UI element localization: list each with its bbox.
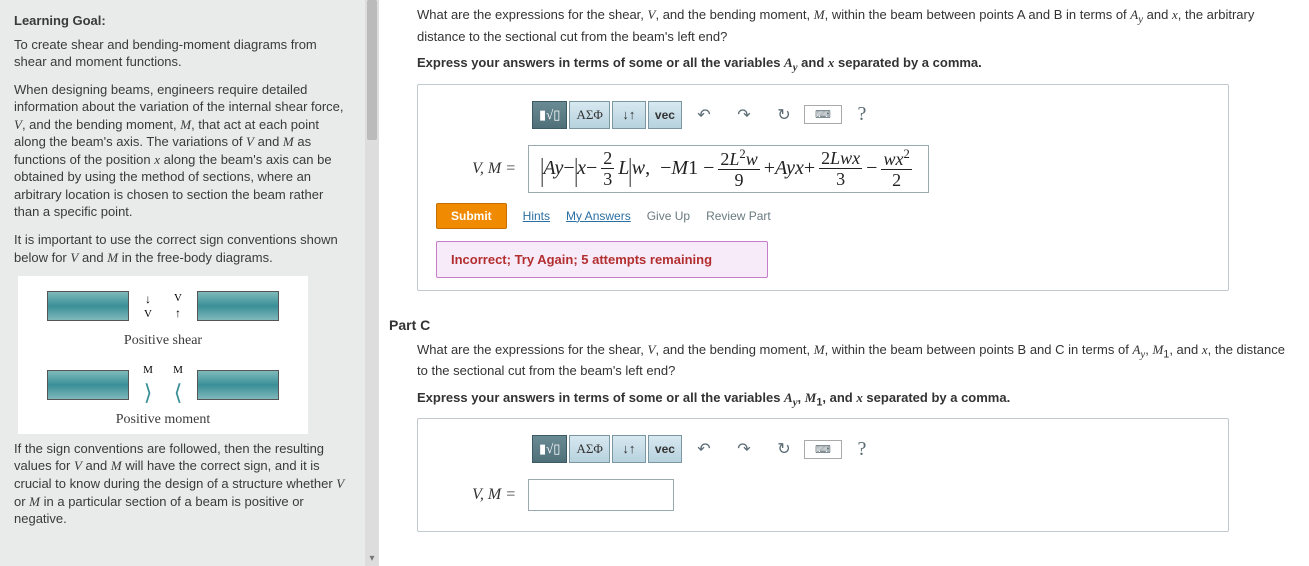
positive-moment-label: Positive moment: [24, 411, 302, 430]
left-sidebar: Learning Goal: To create shear and bendi…: [0, 0, 365, 566]
help-button[interactable]: ?: [842, 101, 882, 129]
templates-button[interactable]: ▮√▯: [532, 101, 567, 129]
beam-right: [197, 291, 279, 321]
submit-row: Submit Hints My Answers Give Up Review P…: [436, 203, 1210, 229]
moment-arc-left: M⟨: [167, 363, 189, 408]
feedback-message: Incorrect; Try Again; 5 attempts remaini…: [436, 241, 768, 278]
part-b-instruction: Express your answers in terms of some or…: [417, 54, 1291, 76]
vm-label-c: V, M =: [436, 486, 516, 504]
sign-convention-note: It is important to use the correct sign …: [14, 231, 351, 266]
positive-shear-label: Positive shear: [24, 332, 302, 351]
equation-toolbar-c: ▮√▯ ΑΣΦ ↓↑ vec ↶ ↷ ↻ ⌨ ?: [532, 435, 1210, 463]
templates-button-c[interactable]: ▮√▯: [532, 435, 567, 463]
part-b-answer-input[interactable]: |Ay − |x − 23L|w, − M1 − 2L2w9 + Ayx + 2…: [528, 145, 929, 193]
part-b-answer-area: ▮√▯ ΑΣΦ ↓↑ vec ↶ ↷ ↻ ⌨ ? V, M = |Ay − |x…: [417, 84, 1229, 291]
undo-button[interactable]: ↶: [684, 101, 724, 129]
part-c-question: What are the expressions for the shear, …: [417, 341, 1291, 381]
scrollbar-thumb[interactable]: [367, 0, 377, 140]
submit-button[interactable]: Submit: [436, 203, 507, 229]
equation-toolbar: ▮√▯ ΑΣΦ ↓↑ vec ↶ ↷ ↻ ⌨ ?: [532, 101, 1210, 129]
learning-goal-title: Learning Goal:: [14, 12, 351, 30]
greek-button[interactable]: ΑΣΦ: [569, 101, 609, 129]
part-c-header: Part C: [389, 317, 1291, 333]
moment-arc-right: M⟩: [137, 363, 159, 408]
scrollbar-down[interactable]: ▾: [367, 554, 377, 564]
redo-button[interactable]: ↷: [724, 101, 764, 129]
part-b-question: What are the expressions for the shear, …: [417, 6, 1291, 46]
sign-convention-diagram: ↓V V↑ Positive shear M⟩ M⟨ Positive mome…: [18, 276, 308, 434]
my-answers-link[interactable]: My Answers: [566, 209, 631, 223]
hints-link[interactable]: Hints: [523, 209, 550, 223]
give-up-link[interactable]: Give Up: [647, 209, 690, 223]
subscript-button-c[interactable]: ↓↑: [612, 435, 646, 463]
background-para-3: If the sign conventions are followed, th…: [14, 440, 351, 528]
review-part-link[interactable]: Review Part: [706, 209, 771, 223]
redo-button-c[interactable]: ↷: [724, 435, 764, 463]
part-c-answer-input[interactable]: [528, 479, 674, 511]
part-c-instruction: Express your answers in terms of some or…: [417, 389, 1291, 411]
shear-arrow-up: V↑: [167, 291, 189, 322]
help-button-c[interactable]: ?: [842, 435, 882, 463]
vec-button-c[interactable]: vec: [648, 435, 682, 463]
shear-arrow-down: ↓V: [137, 291, 159, 322]
beam-left: [47, 291, 129, 321]
reset-button[interactable]: ↻: [764, 101, 804, 129]
vm-label: V, M =: [436, 160, 516, 178]
beam-left-m: [47, 370, 129, 400]
learning-goal-text: To create shear and bending-moment diagr…: [14, 36, 351, 71]
reset-button-c[interactable]: ↻: [764, 435, 804, 463]
subscript-button[interactable]: ↓↑: [612, 101, 646, 129]
greek-button-c[interactable]: ΑΣΦ: [569, 435, 609, 463]
main-content: What are the expressions for the shear, …: [379, 0, 1309, 566]
background-para-1: When designing beams, engineers require …: [14, 81, 351, 221]
sidebar-scrollbar[interactable]: ▾: [365, 0, 379, 566]
part-c-answer-area: ▮√▯ ΑΣΦ ↓↑ vec ↶ ↷ ↻ ⌨ ? V, M =: [417, 418, 1229, 532]
keyboard-button[interactable]: ⌨: [804, 105, 842, 124]
keyboard-button-c[interactable]: ⌨: [804, 440, 842, 459]
vec-button[interactable]: vec: [648, 101, 682, 129]
beam-right-m: [197, 370, 279, 400]
undo-button-c[interactable]: ↶: [684, 435, 724, 463]
